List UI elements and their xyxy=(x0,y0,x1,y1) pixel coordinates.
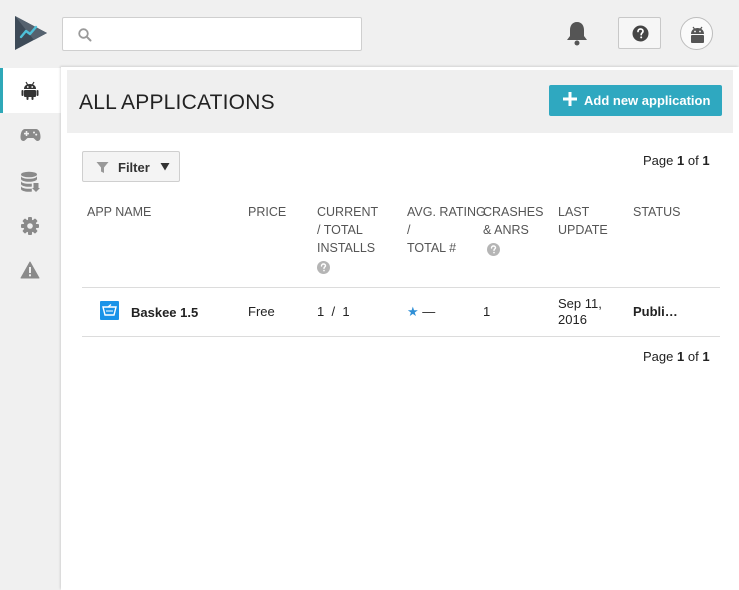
notifications-bell-icon[interactable] xyxy=(565,20,589,46)
app-name-link[interactable]: Baskee 1.5 xyxy=(131,305,198,320)
last-update-year: 2016 xyxy=(558,312,587,327)
app-installs: 1 / 1 xyxy=(317,304,350,319)
help-circle-icon[interactable] xyxy=(317,261,330,274)
column-header-app-name[interactable]: APP NAME xyxy=(87,203,151,221)
pager-total: 1 xyxy=(702,153,710,168)
column-header-rating[interactable]: AVG. RATING / TOTAL # xyxy=(407,203,486,257)
search-input[interactable] xyxy=(99,20,357,48)
question-circle-icon xyxy=(632,25,649,42)
gamepad-icon xyxy=(20,129,41,141)
add-new-application-label: Add new application xyxy=(584,93,711,108)
search-box[interactable] xyxy=(62,17,362,51)
column-header-line: PRICE xyxy=(248,205,287,219)
column-header-last-update[interactable]: LAST UPDATE xyxy=(558,203,608,239)
sidebar-item-games[interactable] xyxy=(0,113,61,158)
column-header-installs[interactable]: CURRENT / TOTAL INSTALLS xyxy=(317,203,378,274)
funnel-icon xyxy=(96,162,109,173)
total-installs: 1 xyxy=(342,304,350,319)
android-icon xyxy=(21,81,39,100)
app-rating: ★ — xyxy=(407,304,435,320)
account-avatar[interactable] xyxy=(680,17,713,50)
current-installs: 1 xyxy=(317,304,325,319)
column-header-line: AVG. RATING xyxy=(407,205,486,219)
help-circle-icon[interactable] xyxy=(487,243,500,256)
column-header-line: UPDATE xyxy=(558,223,608,237)
app-crashes: 1 xyxy=(483,304,491,319)
add-new-application-button[interactable]: Add new application xyxy=(549,85,722,116)
column-header-line: LAST xyxy=(558,205,590,219)
play-console-logo-icon[interactable] xyxy=(14,15,48,51)
pagination-top: Page 1 of 1 xyxy=(643,153,710,168)
column-header-line: CURRENT xyxy=(317,205,379,219)
table-row-divider xyxy=(82,336,720,337)
rating-star-icon: ★ xyxy=(407,304,419,319)
plus-icon xyxy=(563,92,577,106)
rating-value: — xyxy=(422,304,436,319)
pagination-bottom: Page 1 of 1 xyxy=(643,349,710,364)
column-header-line: / TOTAL xyxy=(317,223,363,237)
top-bar xyxy=(0,0,739,67)
sidebar xyxy=(0,67,61,590)
app-status: Publi… xyxy=(633,304,678,319)
search-icon xyxy=(78,28,92,42)
caret-down-icon xyxy=(160,163,170,171)
page-header: ALL APPLICATIONS Add new application xyxy=(67,70,733,133)
table-header-divider xyxy=(82,287,720,288)
pager-of: of xyxy=(687,153,699,168)
column-header-line: STATUS xyxy=(633,205,681,219)
database-icon xyxy=(21,171,40,192)
main-panel: ALL APPLICATIONS Add new application Fil… xyxy=(61,67,739,590)
android-icon xyxy=(691,26,704,43)
column-header-line: & ANRS xyxy=(483,223,529,237)
last-update-date: Sep 11, xyxy=(558,296,602,311)
column-header-crashes[interactable]: CRASHES & ANRS xyxy=(483,203,543,256)
column-header-line: CRASHES xyxy=(483,205,544,219)
filter-label: Filter xyxy=(118,160,150,175)
pager-current: 1 xyxy=(677,153,685,168)
sidebar-item-applications[interactable] xyxy=(0,68,61,113)
help-button[interactable] xyxy=(618,17,661,49)
installs-separator: / xyxy=(331,304,336,319)
app-basket-icon xyxy=(100,301,119,320)
pager-of: of xyxy=(687,349,699,364)
sidebar-item-database[interactable] xyxy=(0,158,61,203)
sidebar-item-alerts[interactable] xyxy=(0,248,61,293)
sidebar-item-settings[interactable] xyxy=(0,203,61,248)
pager-total: 1 xyxy=(702,349,710,364)
app-last-update: Sep 11, 2016 xyxy=(558,296,602,328)
gear-icon xyxy=(21,217,39,235)
warning-icon xyxy=(20,261,40,279)
pager-prefix: Page xyxy=(643,349,674,364)
column-header-status[interactable]: STATUS xyxy=(633,203,680,221)
app-price: Free xyxy=(248,304,275,319)
pager-prefix: Page xyxy=(643,153,674,168)
column-header-line: INSTALLS xyxy=(317,241,376,255)
column-header-line: / xyxy=(407,223,411,237)
pager-current: 1 xyxy=(677,349,685,364)
page-title: ALL APPLICATIONS xyxy=(79,91,275,114)
filter-button[interactable]: Filter xyxy=(82,151,180,182)
column-header-line: TOTAL # xyxy=(407,241,457,255)
column-header-price[interactable]: PRICE xyxy=(248,203,286,221)
column-header-line: APP NAME xyxy=(87,205,152,219)
